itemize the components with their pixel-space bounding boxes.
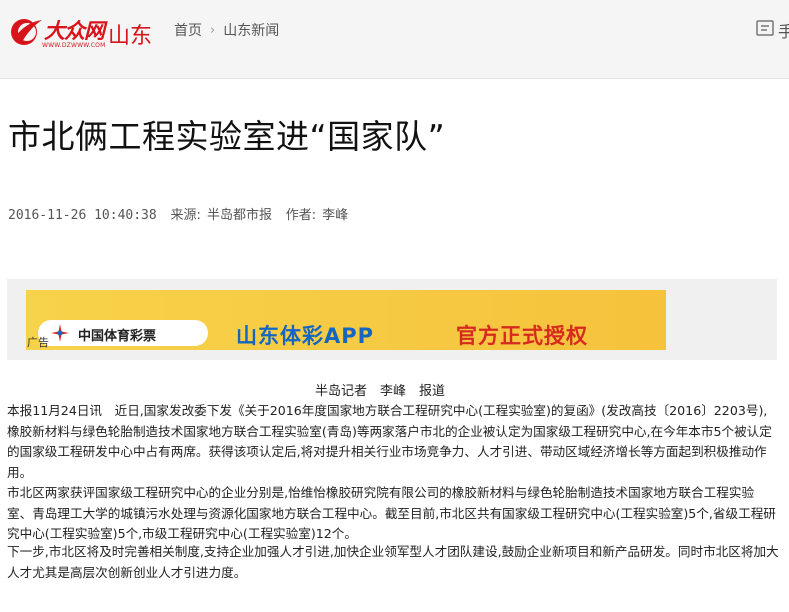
- author-name: 李峰: [322, 208, 349, 223]
- source-label: 来源:: [170, 208, 201, 223]
- share-icon[interactable]: [755, 18, 775, 38]
- logo-text: 大众网: [44, 18, 105, 43]
- lottery-logo-icon: [51, 324, 69, 342]
- article-paragraph-2: 市北区两家获评国家级工程研究中心的企业分别是,怡维怡橡胶研究院有限公司的橡胶新材…: [7, 485, 776, 541]
- article-title: 市北俩工程实验室进“国家队”: [8, 117, 446, 156]
- article-meta: 2016-11-26 10:40:38 来源: 半岛都市报 作者: 李峰: [8, 204, 354, 223]
- source-name[interactable]: 半岛都市报: [207, 208, 272, 223]
- article-paragraph-1: 本报11月24日讯 近日,国家发改委下发《关于2016年度国家地方联合工程研究中…: [7, 403, 772, 480]
- breadcrumb-shandong-news[interactable]: 山东新闻: [223, 20, 279, 40]
- chevron-right-icon: ›: [210, 22, 216, 38]
- breadcrumb: 首页 › 山东新闻: [174, 20, 279, 40]
- author-label: 作者:: [285, 208, 317, 223]
- ad-container: 中国体育彩票 山东体彩APP 官方正式授权 广告: [7, 279, 777, 360]
- article-byline: 半岛记者 李峰 报道: [315, 384, 446, 399]
- site-header: 大众网 WWW.DZWWW.COM 山东 首页 › 山东新闻 手: [0, 0, 789, 79]
- logo-url: WWW.DZWWW.COM: [42, 42, 106, 49]
- ad-lottery-text: 中国体育彩票: [78, 329, 157, 344]
- publish-datetime: 2016-11-26 10:40:38: [8, 208, 157, 223]
- region-label[interactable]: 山东: [108, 18, 152, 50]
- ad-app-text: 山东体彩APP: [236, 324, 375, 348]
- ad-tag: 广告: [27, 336, 49, 349]
- article-paragraph-3: 下一步,市北区将及时完善相关制度,支持企业加强人才引进,加快企业领军型人才团队建…: [7, 544, 779, 580]
- header-cut-text[interactable]: 手: [778, 18, 789, 42]
- breadcrumb-home[interactable]: 首页: [174, 20, 202, 40]
- ad-banner[interactable]: 中国体育彩票 山东体彩APP 官方正式授权: [26, 290, 666, 350]
- ad-auth-text: 官方正式授权: [456, 324, 588, 348]
